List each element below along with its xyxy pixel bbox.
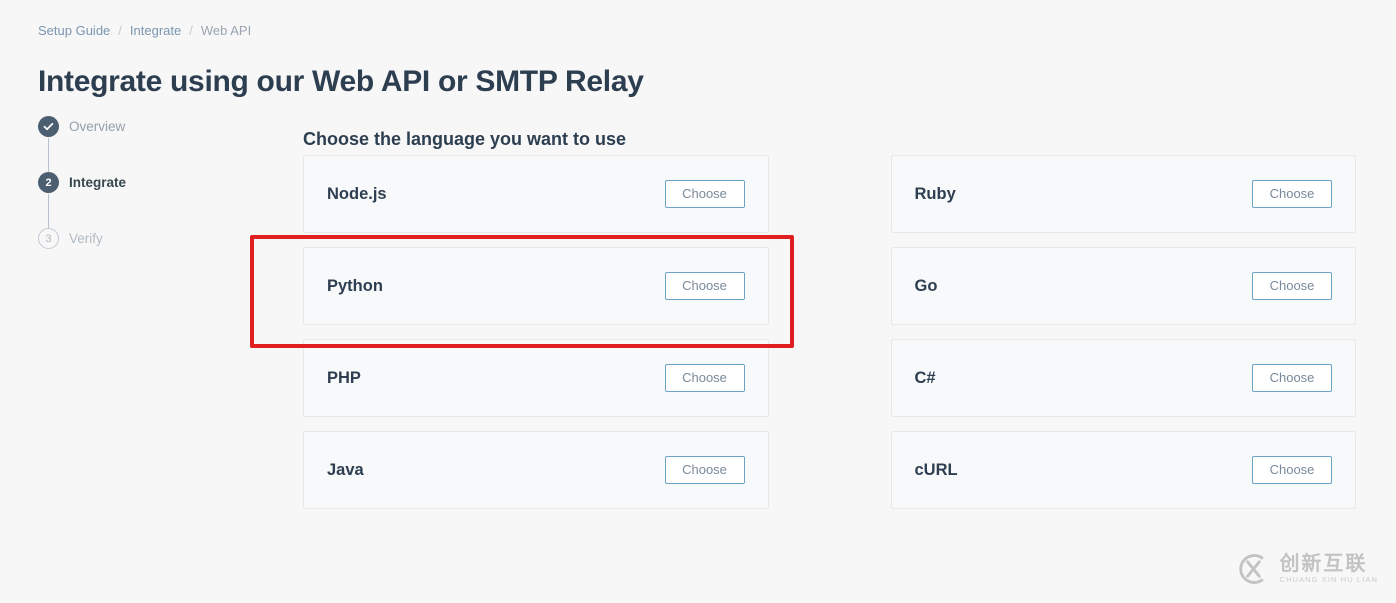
language-card-php[interactable]: PHP Choose (303, 339, 769, 417)
language-name: Node.js (327, 185, 387, 203)
language-card-nodejs[interactable]: Node.js Choose (303, 155, 769, 233)
stepper-label-overview: Overview (69, 119, 126, 134)
choose-button-python[interactable]: Choose (664, 272, 745, 300)
language-card-ruby[interactable]: Ruby Choose (890, 155, 1356, 233)
language-card-go[interactable]: Go Choose (890, 247, 1356, 325)
language-name: C# (914, 369, 936, 387)
page-title: Integrate using our Web API or SMTP Rela… (38, 65, 644, 99)
watermark-text: 创新互联 CHUANG XIN HU LIAN (1279, 553, 1378, 585)
stepper-label-verify: Verify (69, 231, 103, 246)
breadcrumb-separator: / (118, 23, 122, 38)
language-name: Java (327, 461, 364, 479)
watermark-chinese: 创新互联 (1279, 553, 1368, 575)
language-card-grid: Node.js Choose Python Choose PHP Choose … (303, 155, 1356, 509)
section-heading: Choose the language you want to use (303, 128, 627, 149)
choose-button-csharp[interactable]: Choose (1252, 364, 1332, 392)
breadcrumb-separator: / (189, 23, 193, 38)
choose-button-nodejs[interactable]: Choose (664, 180, 745, 208)
breadcrumb-item-setup-guide[interactable]: Setup Guide (38, 22, 110, 40)
choose-button-ruby[interactable]: Choose (1252, 180, 1332, 208)
breadcrumb-item-integrate[interactable]: Integrate (130, 22, 181, 40)
choose-button-java[interactable]: Choose (664, 456, 745, 484)
watermark-pinyin: CHUANG XIN HU LIAN (1279, 575, 1378, 584)
language-name: PHP (327, 369, 361, 387)
language-name: Ruby (914, 185, 956, 203)
stepper-step-verify[interactable]: 3 Verify (38, 228, 258, 252)
language-column-left: Node.js Choose Python Choose PHP Choose … (303, 155, 769, 509)
breadcrumb-item-web-api: Web API (200, 23, 252, 38)
step-number-circle-2: 2 (38, 172, 59, 193)
check-icon (43, 122, 54, 131)
choose-button-curl[interactable]: Choose (1252, 456, 1332, 484)
language-name: Go (914, 277, 938, 295)
language-name: Python (327, 277, 383, 295)
language-column-right: Ruby Choose Go Choose C# Choose cURL Cho… (890, 155, 1356, 509)
choose-button-php[interactable]: Choose (664, 364, 745, 392)
cx-logo-icon (1239, 554, 1265, 584)
language-name: cURL (914, 461, 958, 479)
watermark: 创新互联 CHUANG XIN HU LIAN (1235, 551, 1378, 587)
choose-button-go[interactable]: Choose (1252, 272, 1332, 300)
setup-stepper: Overview 2 Integrate 3 Verify (38, 116, 258, 252)
stepper-label-integrate: Integrate (69, 175, 127, 190)
check-circle-icon (38, 116, 59, 137)
breadcrumb: Setup Guide / Integrate / Web API (38, 22, 251, 40)
step-number-circle-3: 3 (38, 228, 59, 249)
language-card-csharp[interactable]: C# Choose (890, 339, 1356, 417)
language-card-java[interactable]: Java Choose (303, 431, 769, 509)
language-card-curl[interactable]: cURL Choose (890, 431, 1356, 509)
language-card-python[interactable]: Python Choose (303, 247, 769, 325)
stepper-step-overview[interactable]: Overview (38, 116, 258, 182)
stepper-step-integrate[interactable]: 2 Integrate (38, 172, 258, 238)
